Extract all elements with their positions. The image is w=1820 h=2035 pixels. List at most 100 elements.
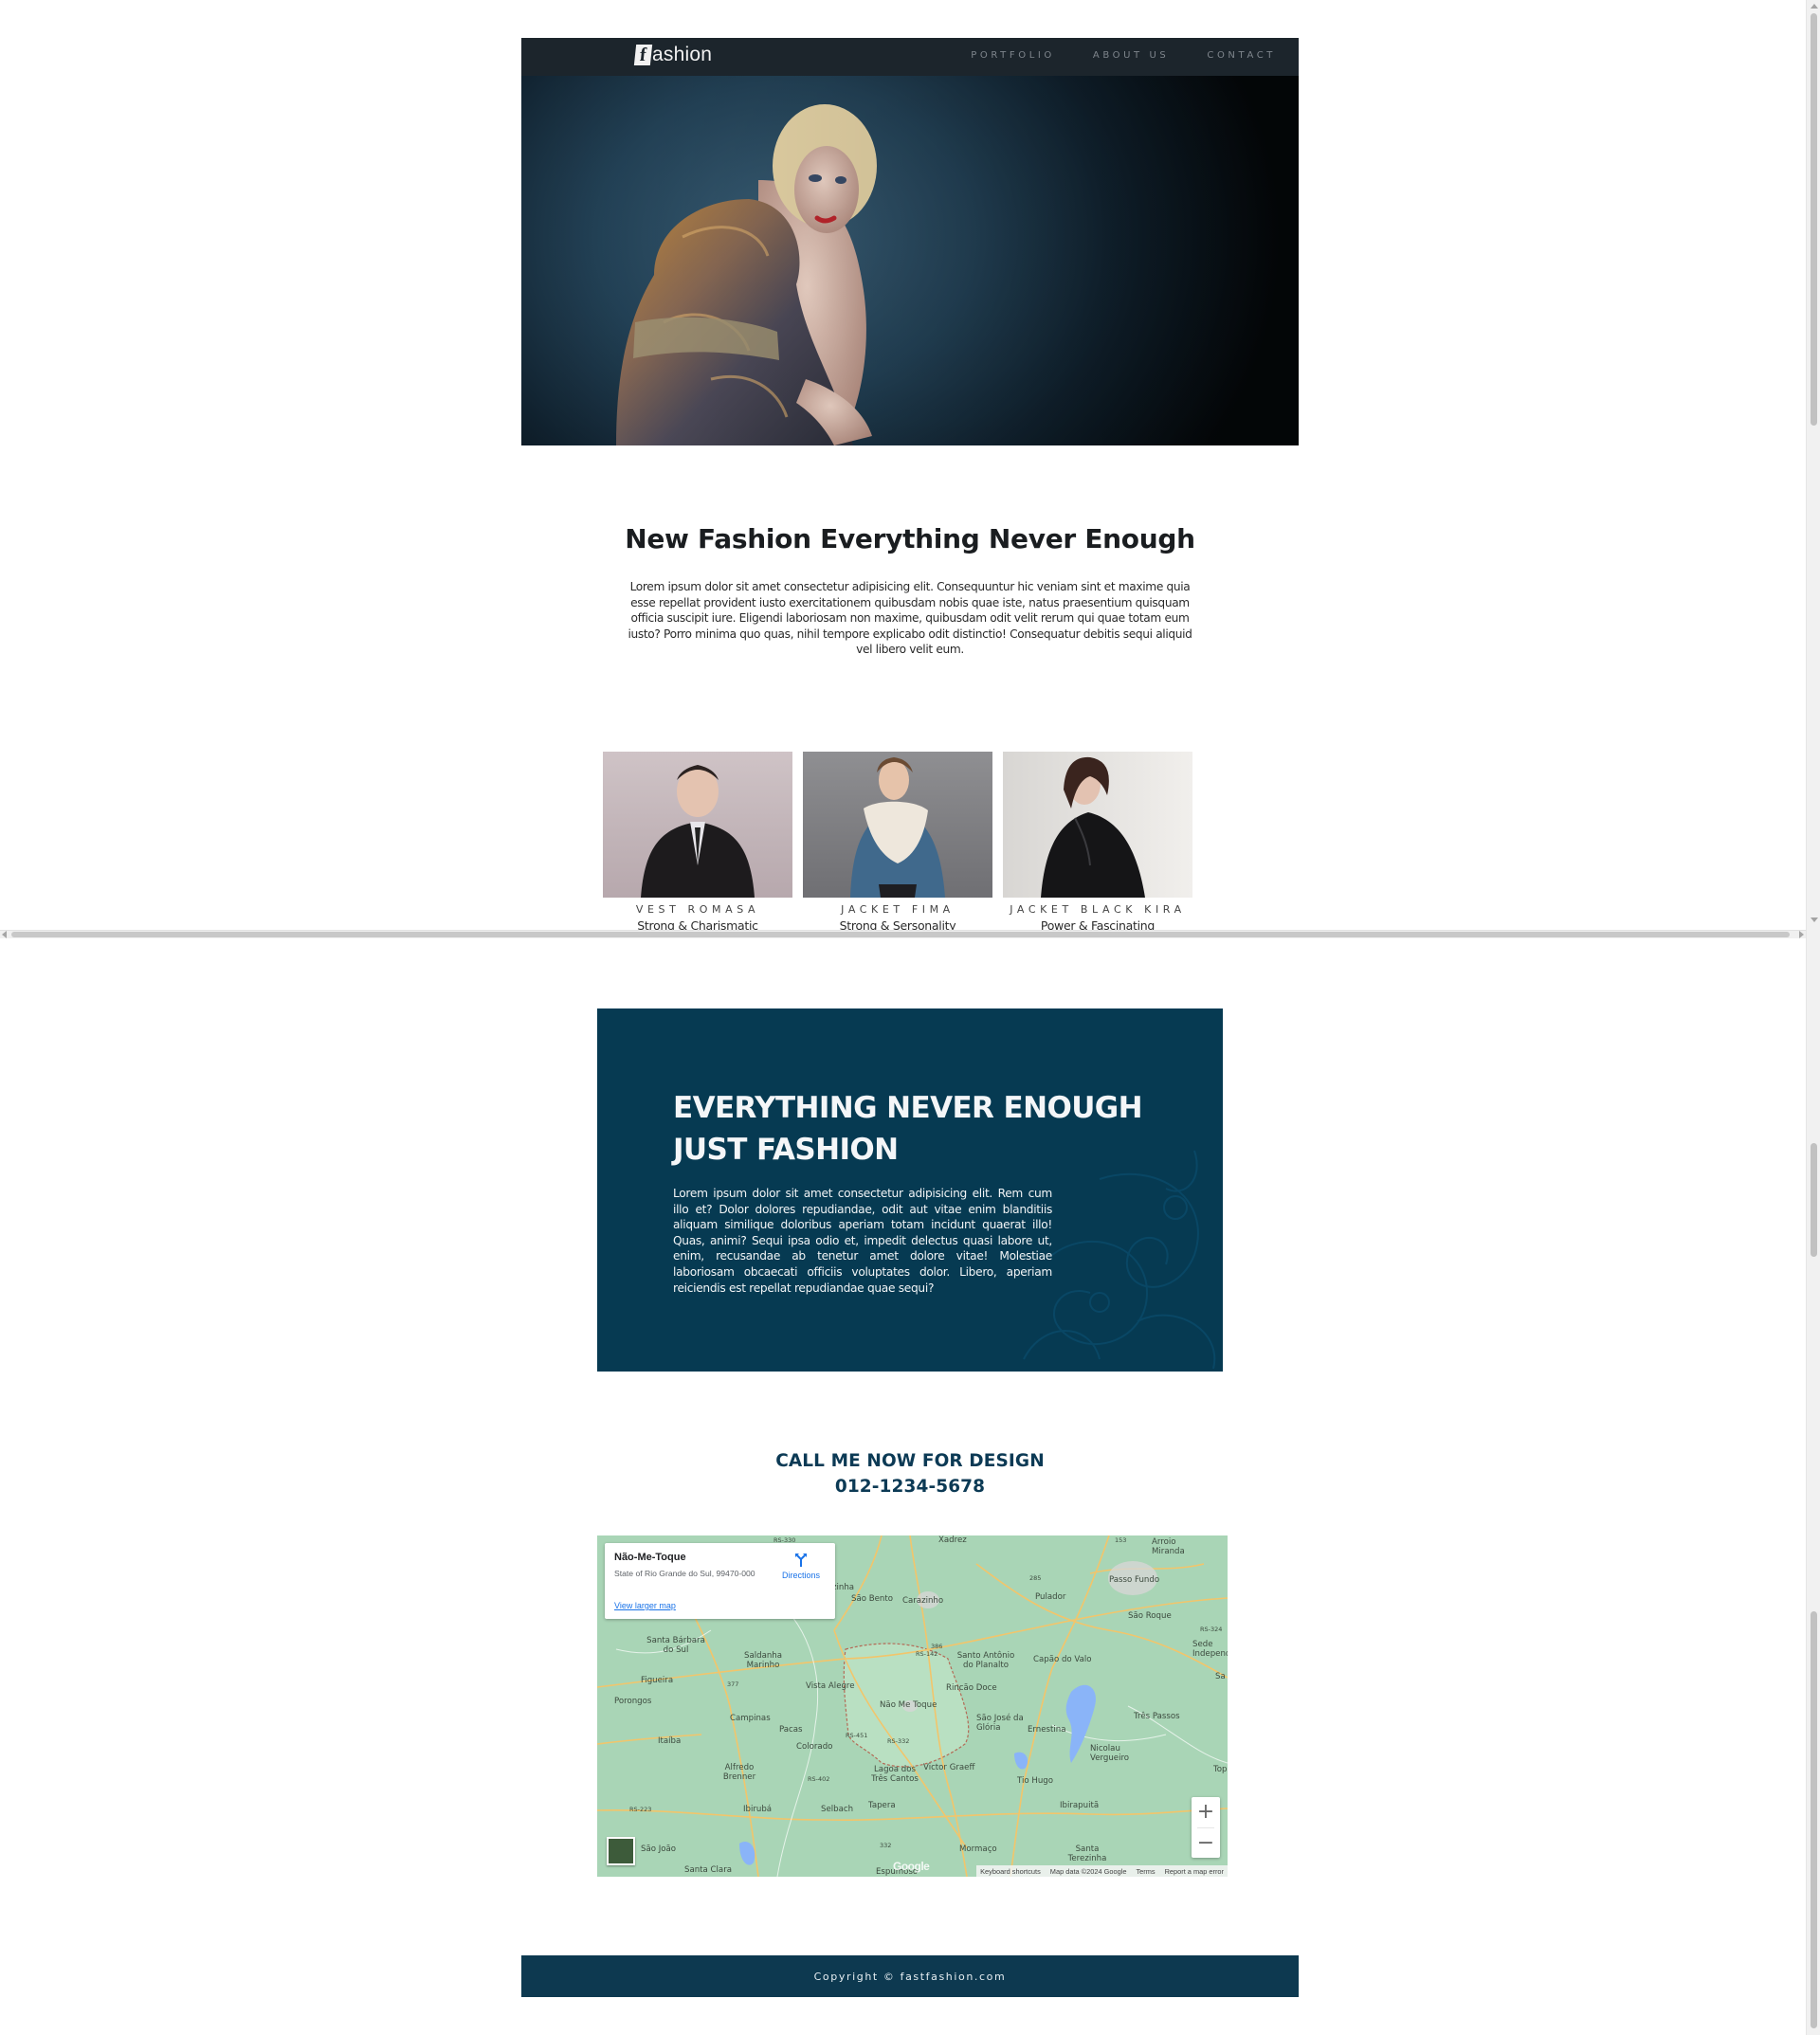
nav-contact[interactable]: CONTACT — [1207, 50, 1276, 61]
directions-button[interactable]: Directions — [778, 1553, 824, 1580]
scrollbar-thumb[interactable] — [1811, 1143, 1817, 1257]
product-photo — [803, 752, 992, 898]
product-card[interactable]: VEST ROMASA Strong & Charismatic — [603, 752, 792, 930]
products-scroll-area[interactable]: VEST ROMASA Strong & Charismatic JACKET … — [0, 752, 1806, 930]
map-place-label: Tapera — [868, 1801, 896, 1810]
map-info-card: Não-Me-Toque State of Rio Grande do Sul,… — [605, 1543, 835, 1619]
hero-banner — [521, 38, 1299, 445]
embedded-map[interactable]: Xadrez Arroio Miranda Passo Fundo São Be… — [597, 1535, 1228, 1877]
scroll-up-arrow-icon[interactable] — [1811, 4, 1818, 9]
map-place-label: Sa — [1215, 1672, 1226, 1681]
satellite-view-toggle[interactable] — [607, 1837, 635, 1865]
scrollbar-thumb[interactable] — [1811, 1611, 1817, 2028]
map-route-label: RS-223 — [629, 1806, 652, 1813]
top-navbar: f ashion PORTFOLIO ABOUT US CONTACT — [521, 38, 1299, 76]
map-place-label: Alfredo Brenner — [722, 1763, 756, 1782]
call-to-action: CALL ME NOW FOR DESIGN 012-1234-5678 — [597, 1448, 1223, 1499]
map-place-label: Itaíba — [658, 1736, 682, 1746]
site-footer: Copyright © fastfashion.com — [521, 1955, 1299, 1997]
product-card[interactable]: JACKET BLACK KIRA Power & Fascinating — [1003, 752, 1192, 930]
map-attribution-bar: Keyboard shortcuts Map data ©2024 Google… — [976, 1865, 1228, 1877]
promo-title: EVERYTHING NEVER ENOUGH JUST FASHION — [673, 1087, 1143, 1171]
map-route-label: RS-451 — [846, 1732, 868, 1739]
zoom-in-button[interactable]: + — [1192, 1797, 1220, 1827]
map-place-label: Sede Independente — [1192, 1640, 1228, 1659]
view-larger-map-link[interactable]: View larger map — [614, 1601, 676, 1610]
terms-link[interactable]: Terms — [1136, 1867, 1155, 1876]
product-card[interactable]: JACKET FIMA Strong & Sersonality — [803, 752, 992, 930]
map-route-label: RS-142 — [916, 1650, 938, 1658]
map-place-label: Vista Alegre — [806, 1681, 855, 1691]
map-place-label: Figueira — [641, 1676, 674, 1685]
map-place-label: Capão do Valo — [1033, 1655, 1092, 1664]
map-place-label: São José da Glória — [976, 1714, 1024, 1733]
map-place-label: Santa Bárbara do Sul — [646, 1636, 705, 1655]
intro-text: Lorem ipsum dolor sit amet consectetur a… — [628, 580, 1192, 657]
map-route-label: RS-324 — [1200, 1626, 1223, 1633]
scroll-right-arrow-icon[interactable] — [1799, 931, 1804, 938]
product-name: VEST ROMASA — [635, 903, 760, 916]
products-horizontal-scrollbar[interactable] — [0, 930, 1806, 938]
map-place-label: Ibirubá — [743, 1805, 773, 1814]
map-place-label: Porongos — [614, 1697, 652, 1706]
product-name: JACKET FIMA — [841, 903, 955, 916]
scrollbar-thumb[interactable] — [11, 932, 1790, 937]
logo-mark-icon: f — [633, 45, 653, 65]
map-place-label: Santa Clara — [684, 1865, 732, 1875]
map-place-label: Saldanha Marinho — [744, 1651, 782, 1670]
map-place-label: Colorado — [796, 1742, 833, 1752]
map-zoom-control: + − — [1192, 1797, 1220, 1858]
map-place-label: Santa Terezinha — [1067, 1844, 1107, 1863]
map-place-label: Nicolau Vergueiro — [1090, 1744, 1130, 1763]
promo-section: EVERYTHING NEVER ENOUGH JUST FASHION Lor… — [597, 1008, 1223, 1372]
map-place-label: Victor Graeff — [923, 1763, 975, 1772]
product-tagline: Power & Fascinating — [1040, 918, 1156, 930]
map-place-label: Mormaço — [959, 1844, 997, 1854]
scroll-left-arrow-icon[interactable] — [2, 931, 7, 938]
scroll-down-arrow-icon[interactable] — [1811, 918, 1818, 922]
product-list: VEST ROMASA Strong & Charismatic JACKET … — [603, 752, 1192, 930]
nav-portfolio[interactable]: PORTFOLIO — [971, 50, 1055, 61]
site-logo[interactable]: f ashion — [633, 44, 712, 66]
map-place-label: Rincão Doce — [946, 1683, 997, 1693]
scrollbar-thumb[interactable] — [1811, 13, 1817, 426]
keyboard-shortcuts-link[interactable]: Keyboard shortcuts — [980, 1867, 1041, 1876]
map-place-label: Passo Fundo — [1109, 1575, 1160, 1585]
map-place-label: Três Passos — [1134, 1712, 1180, 1721]
product-tagline: Strong & Charismatic — [637, 918, 758, 930]
map-place-label: zinha — [832, 1583, 855, 1592]
map-route-label: 153 — [1115, 1536, 1127, 1544]
page-vertical-scrollbar[interactable] — [1806, 0, 1820, 2035]
map-route-label: 285 — [1029, 1574, 1042, 1582]
nav-about-us[interactable]: ABOUT US — [1093, 50, 1169, 61]
phone-number[interactable]: 012-1234-5678 — [597, 1474, 1223, 1499]
directions-label: Directions — [781, 1571, 820, 1580]
zoom-out-button[interactable]: − — [1192, 1828, 1220, 1859]
product-photo — [603, 752, 792, 898]
report-map-error-link[interactable]: Report a map error — [1165, 1867, 1224, 1876]
map-place-label: Campinas — [730, 1714, 771, 1723]
map-route-label: RS-332 — [887, 1737, 910, 1745]
intro-title: New Fashion Everything Never Enough — [625, 523, 1195, 554]
map-data-credit: Map data ©2024 Google — [1049, 1866, 1127, 1876]
product-tagline: Strong & Sersonality — [839, 918, 956, 930]
map-address: State of Rio Grande do Sul, 99470-000 — [614, 1569, 755, 1578]
map-place-label: Ibirapuitã — [1060, 1801, 1100, 1810]
map-place-label: Pulador — [1035, 1592, 1066, 1602]
call-heading: CALL ME NOW FOR DESIGN — [775, 1451, 1045, 1471]
map-route-label: 377 — [727, 1681, 739, 1688]
map-route-label: RS-402 — [808, 1775, 830, 1783]
map-place-label: Ernestina — [1028, 1725, 1066, 1735]
promo-title-line-2: JUST FASHION — [673, 1133, 899, 1167]
map-place-label: Pacas — [779, 1725, 803, 1735]
copyright-text: Copyright © fastfashion.com — [813, 1970, 1007, 1983]
product-photo — [1003, 752, 1192, 898]
main-nav: PORTFOLIO ABOUT US CONTACT — [971, 50, 1276, 61]
map-place-label: Santo Antônio do Planalto — [956, 1651, 1015, 1670]
map-place-label: Carazinho — [902, 1596, 944, 1606]
map-place-label: Não Me Toque — [880, 1700, 937, 1710]
map-place-label: Top — [1213, 1765, 1228, 1774]
promo-text: Lorem ipsum dolor sit amet consectetur a… — [673, 1187, 1052, 1295]
map-place-label: Lagoa dos Três Cantos — [871, 1765, 919, 1784]
map-place-label: São Bento — [851, 1594, 893, 1604]
